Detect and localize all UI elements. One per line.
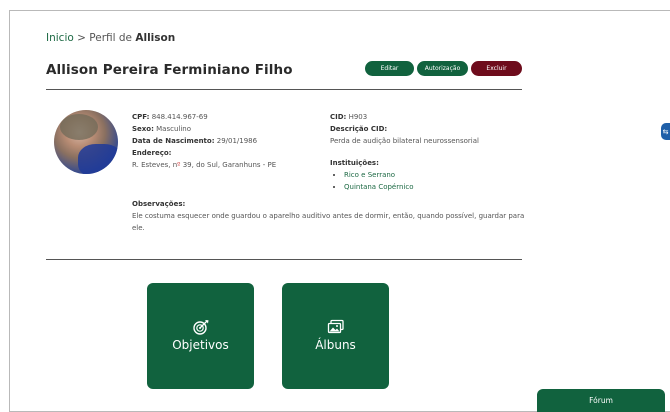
forum-button[interactable]: Fórum	[537, 389, 665, 412]
objectives-tile[interactable]: Objetivos	[147, 283, 254, 389]
delete-button[interactable]: Excluir	[471, 61, 522, 76]
divider-bottom	[46, 259, 522, 260]
cid-desc-value: Perda de audição bilateral neurossensori…	[330, 137, 479, 145]
institution-item[interactable]: Quintana Copérnico	[344, 181, 530, 193]
birth-value: 29/01/1986	[214, 137, 258, 145]
cid-row: CID: H903	[330, 111, 530, 123]
cid-desc-label: Descrição CID:	[330, 125, 388, 133]
breadcrumb: Inicio > Perfil de Allison	[46, 32, 175, 44]
sex-row: Sexo: Masculino	[132, 123, 322, 135]
breadcrumb-separator: >	[73, 32, 90, 44]
side-toggle-tab[interactable]: ⇆	[661, 123, 670, 140]
authorization-button[interactable]: Autorização	[417, 61, 468, 76]
avatar	[54, 110, 118, 174]
target-icon	[192, 320, 208, 335]
medical-info: CID: H903 Descrição CID: Perda de audiçã…	[330, 111, 530, 193]
observations-text: Ele costuma esquecer onde guardou o apar…	[132, 212, 525, 232]
breadcrumb-current: Allison	[135, 32, 176, 44]
institution-item[interactable]: Rico e Serrano	[344, 169, 530, 181]
albums-label: Álbuns	[315, 338, 356, 352]
breadcrumb-home-link[interactable]: Inicio	[46, 32, 74, 44]
cpf-label: CPF:	[132, 113, 150, 121]
cid-desc-row: Descrição CID:	[330, 123, 530, 135]
cid-value: H903	[346, 113, 368, 121]
sex-value: Masculino	[153, 125, 192, 133]
observations-row: Observações:	[132, 198, 185, 210]
edit-button[interactable]: Editar	[365, 61, 414, 76]
address-label: Endereço:	[132, 149, 172, 157]
address-row: Endereço:	[132, 147, 322, 159]
page-title: Allison Pereira Ferminiano Filho	[46, 62, 293, 78]
birth-row: Data de Nascimento: 29/01/1986	[132, 135, 322, 147]
breadcrumb-prefix: Perfil de	[89, 32, 136, 44]
albums-tile[interactable]: Álbuns	[282, 283, 389, 389]
institutions-row: Instituições:	[330, 157, 530, 169]
cid-label: CID:	[330, 113, 347, 121]
objectives-label: Objetivos	[172, 338, 229, 352]
profile-actions: Editar Autorização Excluir	[365, 61, 522, 76]
cpf-row: CPF: 848.414.967-69	[132, 111, 322, 123]
cpf-value: 848.414.967-69	[149, 113, 208, 121]
sex-label: Sexo:	[132, 125, 154, 133]
divider-top	[46, 89, 522, 90]
address-value: R. Esteves, nº 39, do Sul, Garanhuns - P…	[132, 161, 277, 169]
personal-info: CPF: 848.414.967-69 Sexo: Masculino Data…	[132, 111, 322, 171]
birth-label: Data de Nascimento:	[132, 137, 215, 145]
institutions-label: Instituições:	[330, 159, 379, 167]
institutions-list: Rico e Serrano Quintana Copérnico	[330, 169, 530, 193]
photo-album-icon	[327, 319, 344, 334]
observations-label: Observações:	[132, 200, 186, 208]
